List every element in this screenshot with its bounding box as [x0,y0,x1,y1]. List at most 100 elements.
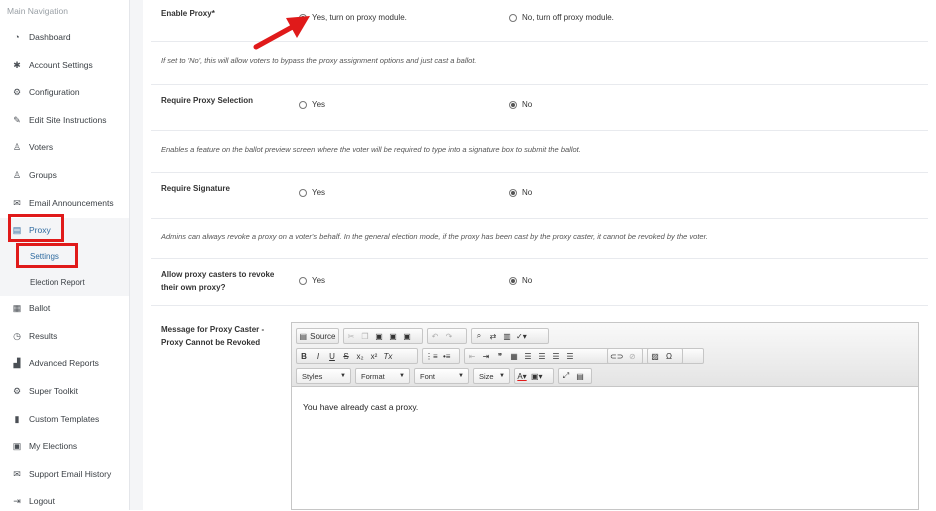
sidebar-item-account-settings[interactable]: ✱ Account Settings [0,55,129,75]
sidebar-item-groups[interactable]: ♙ Groups [0,165,129,185]
bg-color-icon[interactable]: ▣▾ [529,369,545,383]
spellcheck-icon[interactable]: ✓▾ [514,329,529,343]
sidebar-item-configuration[interactable]: ⚙ Configuration [0,82,129,102]
unlink-icon[interactable]: ⊘ [625,349,639,363]
sidebar-subitem-election-report[interactable]: Election Report [30,278,85,287]
outdent-icon[interactable]: ⇤ [465,349,479,363]
size-combo[interactable]: Size ▼ [473,368,510,384]
sidebar-item-label: Custom Templates [29,414,100,424]
source-label: Source [310,331,336,341]
proxy-settings-form: Enable Proxy* Yes, turn on proxy module.… [143,0,936,510]
superscript-icon[interactable]: x² [367,349,381,363]
blockquote-icon[interactable]: ❞ [493,349,507,363]
div-icon[interactable]: ▦ [507,349,521,363]
editor-toolbar: ▤ Source ✂ ❐ ▣ ▣ ▣ ↶ ↷ ⌕ ⇄ ▥ ✓▾ B I U S … [292,323,918,387]
select-all-icon[interactable]: ▥ [500,329,514,343]
bold-icon[interactable]: B [297,349,311,363]
format-combo[interactable]: Format ▼ [355,368,410,384]
strike-icon[interactable]: S [339,349,353,363]
sidebar-item-support-email-history[interactable]: ✉ Support Email History [0,464,129,484]
sidebar-item-custom-templates[interactable]: ▮ Custom Templates [0,409,129,429]
sidebar-item-logout[interactable]: ⇥ Logout [0,491,129,511]
ballot-icon: ▦ [12,302,22,313]
combo-label: Format [361,371,385,381]
underline-icon[interactable]: U [325,349,339,363]
sidebar-item-label: Groups [29,170,57,180]
align-center-icon[interactable]: ☰ [535,349,549,363]
sidebar-item-voters[interactable]: ♙ Voters [0,137,129,157]
gears-icon: ⚙ [12,86,22,97]
italic-icon[interactable]: I [311,349,325,363]
find-group: ⌕ ⇄ ▥ ✓▾ [471,328,549,344]
remove-format-icon[interactable]: Tx [381,349,395,363]
show-blocks-icon[interactable]: ▤ [573,369,587,383]
combo-label: Font [420,371,436,381]
link-icon[interactable]: ⊂⊃ [608,349,625,363]
divider [151,130,928,131]
find-icon[interactable]: ⌕ [472,329,486,343]
sidebar-item-label: Configuration [29,87,80,97]
special-char-icon[interactable]: Ω [662,349,676,363]
subscript-icon[interactable]: x₂ [353,349,367,363]
sidebar-item-ballot[interactable]: ▦ Ballot [0,298,129,318]
divider [151,218,928,219]
allow-revoke-yes-radio[interactable]: Yes [299,276,325,285]
align-left-icon[interactable]: ☰ [521,349,535,363]
allow-revoke-no-radio[interactable]: No [509,276,532,285]
sidebar-item-my-elections[interactable]: ▣ My Elections [0,436,129,456]
undo-icon[interactable]: ↶ [428,329,442,343]
align-right-icon[interactable]: ☰ [549,349,563,363]
sidebar-item-label: Advanced Reports [29,358,99,368]
enable-proxy-no-radio[interactable]: No, turn off proxy module. [509,13,614,22]
sidebar-item-dashboard[interactable]: ◔ Dashboard [0,27,129,47]
rich-text-editor: ▤ Source ✂ ❐ ▣ ▣ ▣ ↶ ↷ ⌕ ⇄ ▥ ✓▾ B I U S … [291,322,919,510]
radio-selected-icon [509,276,517,285]
sidebar-item-label: Dashboard [29,32,71,42]
sidebar-item-super-toolkit[interactable]: ⚙ Super Toolkit [0,381,129,401]
source-button[interactable]: ▤ Source [297,329,338,343]
users-icon: ♙ [12,169,22,180]
clipboard-group: ✂ ❐ ▣ ▣ ▣ [343,328,423,344]
font-combo[interactable]: Font ▼ [414,368,469,384]
sidebar-item-results[interactable]: ◷ Results [0,326,129,346]
justify-icon[interactable]: ☰ [563,349,577,363]
paste-word-icon[interactable]: ▣ [400,329,414,343]
require-signature-no-radio[interactable]: No [509,188,532,197]
list-group: ⋮≡ •≡ [422,348,460,364]
require-signature-yes-radio[interactable]: Yes [299,188,325,197]
allow-revoke-label-line2: their own proxy? [161,283,226,292]
user-icon: ♙ [12,141,22,152]
replace-icon[interactable]: ⇄ [486,329,500,343]
styles-combo[interactable]: Styles ▼ [296,368,351,384]
indent-icon[interactable]: ⇥ [479,349,493,363]
sidebar-item-edit-site-instructions[interactable]: ✎ Edit Site Instructions [0,110,129,130]
radio-unselected-icon [299,276,307,285]
text-color-icon[interactable]: A▾ [515,369,529,383]
require-selection-no-radio[interactable]: No [509,100,532,109]
clock-icon: ◷ [13,330,21,341]
image-icon[interactable]: ▨ [648,349,662,363]
annotation-arrow-icon [253,16,310,50]
copy-icon[interactable]: ❐ [358,329,372,343]
radio-unselected-icon [299,188,307,197]
sign-out-icon: ⇥ [13,495,21,506]
chevron-down-icon: ▼ [399,373,405,379]
sidebar-item-email-announcements[interactable]: ✉ Email Announcements [0,193,129,213]
bulleted-list-icon[interactable]: •≡ [440,349,454,363]
paste-text-icon[interactable]: ▣ [386,329,400,343]
tools-group: ⤢ ▤ [558,368,592,384]
redo-icon[interactable]: ↷ [442,329,456,343]
message-label-line2: Proxy Cannot be Revoked [161,338,261,347]
require-selection-yes-radio[interactable]: Yes [299,100,325,109]
radio-unselected-icon [509,13,517,22]
divider [151,172,928,173]
sidebar-item-label: My Elections [29,441,78,451]
chevron-down-icon: ▼ [458,373,464,379]
editor-content[interactable]: You have already cast a proxy. [292,388,918,509]
sidebar-item-advanced-reports[interactable]: ▟ Advanced Reports [0,353,129,373]
numbered-list-icon[interactable]: ⋮≡ [423,349,440,363]
cut-icon[interactable]: ✂ [344,329,358,343]
maximize-icon[interactable]: ⤢ [559,369,573,383]
message-label: Message for Proxy Caster - Proxy Cannot … [161,323,264,349]
paste-icon[interactable]: ▣ [372,329,386,343]
